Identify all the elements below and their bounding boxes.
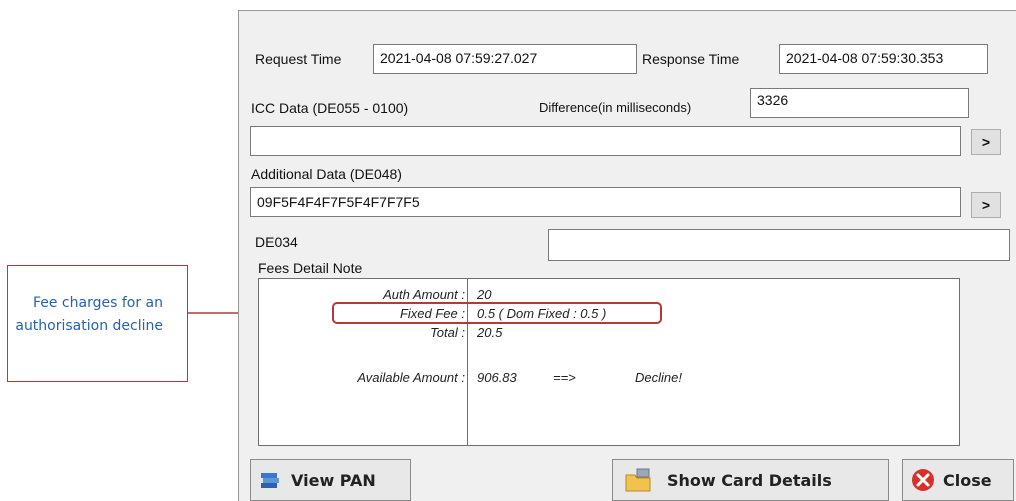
decision-arrow: ==> — [553, 370, 576, 385]
close-button[interactable]: Close — [902, 459, 1014, 501]
close-icon — [912, 469, 934, 491]
view-pan-label: View PAN — [291, 470, 376, 490]
total-label: Total : — [430, 325, 465, 340]
response-time-field[interactable]: 2021-04-08 07:59:30.353 — [779, 44, 988, 74]
additional-expand-button[interactable]: > — [971, 192, 1001, 218]
fixed-fee-highlight — [332, 302, 662, 324]
request-time-field[interactable]: 2021-04-08 07:59:27.027 — [373, 44, 637, 74]
request-time-label: Request Time — [255, 51, 342, 67]
show-card-details-label: Show Card Details — [667, 470, 832, 490]
icc-expand-button[interactable]: > — [971, 129, 1001, 155]
fees-detail-label: Fees Detail Note — [258, 260, 363, 276]
auth-amount-value: 20 — [477, 287, 492, 302]
de034-field[interactable] — [548, 229, 1010, 261]
auth-amount-label: Auth Amount : — [383, 287, 465, 302]
decision-text: Decline! — [635, 370, 682, 385]
available-amount-label: Available Amount : — [357, 370, 465, 385]
icc-data-label: ICC Data (DE055 - 0100) — [251, 100, 409, 116]
difference-field[interactable]: 3326 — [750, 88, 969, 118]
available-amount-value: 906.83 — [477, 370, 517, 385]
close-label: Close — [943, 470, 992, 490]
additional-data-label: Additional Data (DE048) — [251, 166, 402, 182]
icc-data-field[interactable] — [250, 126, 961, 156]
show-card-details-button[interactable]: Show Card Details — [612, 459, 889, 501]
difference-label: Difference(in milliseconds) — [539, 100, 692, 115]
total-value: 20.5 — [477, 325, 503, 340]
view-pan-button[interactable]: View PAN — [250, 459, 411, 501]
view-pan-icon — [261, 473, 279, 488]
response-time-label: Response Time — [642, 51, 740, 67]
additional-data-field[interactable]: 09F5F4F4F7F5F4F7F7F5 — [250, 187, 961, 217]
de034-label: DE034 — [255, 234, 298, 250]
card-details-icon — [625, 468, 651, 492]
